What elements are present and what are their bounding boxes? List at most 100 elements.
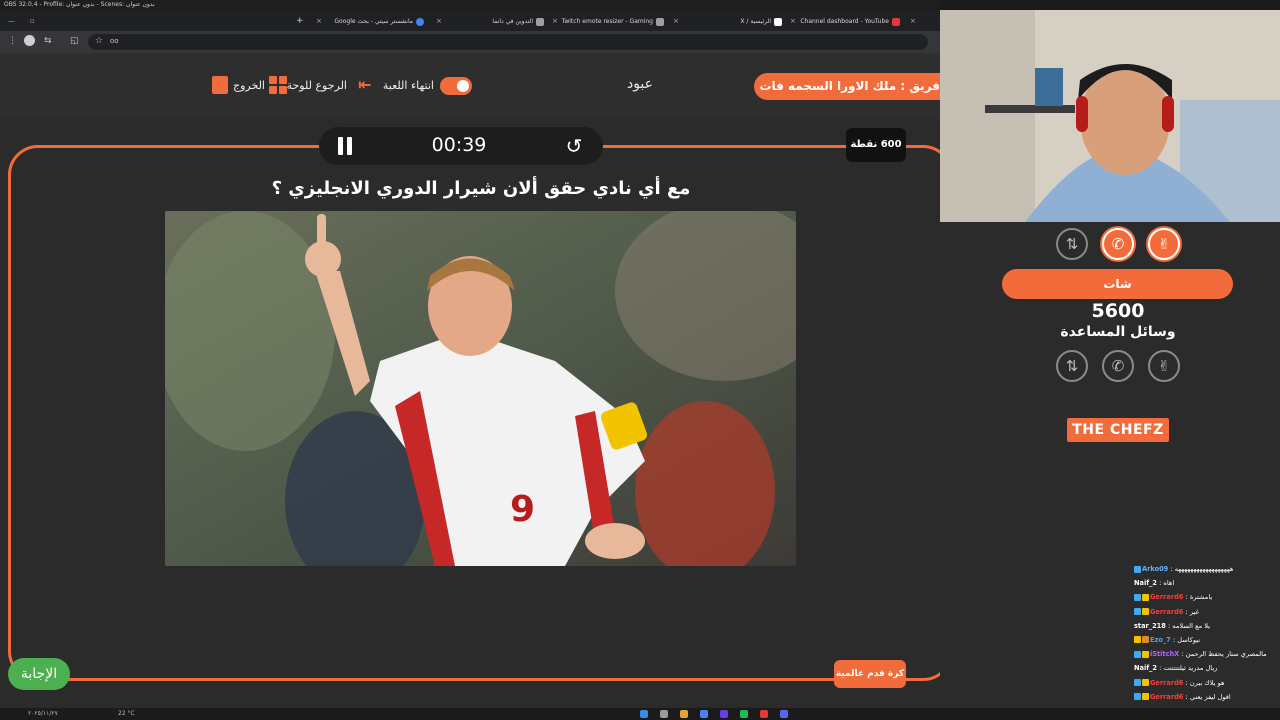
swap-question-icon[interactable]: ⇅ — [1056, 350, 1088, 382]
chat-text: : نيوكاسل — [1172, 635, 1201, 644]
youtube-icon — [892, 17, 900, 26]
timer-display: 00:39 — [431, 134, 487, 156]
stream-chat: Arko09 : ههههههههههههههههههه Naif_2 : اه… — [1134, 562, 1280, 708]
new-tab-button[interactable]: + — [296, 13, 304, 30]
chrome-icon[interactable] — [700, 710, 708, 718]
badge-icon — [1134, 650, 1141, 658]
star-icon[interactable]: ☆ — [95, 36, 103, 46]
close-icon[interactable]: × — [790, 13, 796, 30]
team-name-pill: فريق : ملك الاورا السجمه فات — [754, 73, 954, 100]
badge-icon — [1142, 636, 1149, 644]
tab-search-icon[interactable]: ⇆ — [44, 36, 52, 46]
question-image: 9 — [165, 211, 796, 566]
chat-message: Gerrard6 : يامشترة — [1134, 590, 1280, 604]
tab-label: مانشستر سيتي - بحث Google — [334, 18, 413, 25]
extension-icon[interactable]: ◱ — [70, 36, 79, 46]
timer-bar: 00:39 ↺ — [319, 127, 603, 165]
chat-message: Naif_2 : اهاه — [1134, 576, 1280, 590]
close-icon[interactable]: × — [910, 13, 916, 30]
chat-message: Ezo_7 : نيوكاسل — [1134, 633, 1280, 647]
lifelines-heading: وسائل المساعدة — [1060, 324, 1176, 340]
exit-door-icon[interactable] — [212, 76, 228, 94]
pause-icon[interactable] — [338, 137, 352, 155]
taskbar-date: ٢٠٢٥/١١/٢٧ — [28, 710, 58, 717]
file-explorer-icon[interactable] — [680, 710, 688, 718]
badge-icon — [1142, 693, 1149, 701]
chat-message: Gerrard6 : غير — [1134, 605, 1280, 619]
page-icon — [536, 17, 544, 26]
emote-icon — [656, 17, 664, 26]
chat-username: Naif_2 — [1134, 664, 1157, 673]
chat-text: : غير — [1185, 607, 1199, 616]
badge-icon — [1134, 679, 1141, 686]
tab-label: التدوين في داتما — [492, 18, 533, 25]
chat-username: Naif_2 — [1134, 579, 1157, 588]
chat-text: : اقول ليفز يعني — [1185, 692, 1231, 701]
restore-icon[interactable]: ▫ — [30, 13, 35, 30]
tab-blog[interactable]: التدوين في داتما — [470, 13, 544, 30]
chat-message: Gerrard6 : اقول ليفز يعني — [1134, 690, 1280, 704]
player-name: عبود — [626, 76, 654, 92]
app-icon[interactable] — [760, 710, 768, 718]
chat-text: : مالمصري ستار يحفظ الرحمن — [1181, 650, 1267, 659]
windows-start-icon[interactable] — [640, 710, 648, 718]
answer-button[interactable]: الإجابة — [8, 658, 70, 690]
chat-text: : يامشترة — [1185, 593, 1213, 602]
board-grid-icon[interactable] — [269, 76, 287, 94]
badge-icon — [1134, 593, 1141, 601]
chat-text: : ههههههههههههههههههه — [1170, 565, 1234, 573]
back-arrow-icon[interactable]: ⇤ — [355, 75, 375, 95]
tab-google[interactable]: مانشستر سيتي - بحث Google — [334, 13, 424, 30]
close-icon[interactable]: × — [673, 13, 679, 30]
reset-timer-icon[interactable]: ↺ — [563, 135, 585, 157]
chat-message: star_218 : يلا مع السلامه — [1134, 619, 1280, 633]
badge-icon — [1134, 636, 1141, 644]
tab-youtube[interactable]: Channel dashboard - YouTube — [800, 13, 900, 30]
swap-question-icon[interactable]: ⇅ — [1056, 228, 1088, 260]
end-game-toggle[interactable] — [440, 77, 472, 95]
search-icon[interactable] — [660, 710, 668, 718]
chat-username: star_218 — [1134, 621, 1166, 630]
chat-message: Naif_2 : ريال مدريد ثيلتتتتتت — [1134, 661, 1280, 675]
spotify-icon[interactable] — [740, 710, 748, 718]
chat-username: Gerrard6 — [1150, 593, 1184, 602]
tab-x[interactable]: الرئيسية / X — [700, 13, 782, 30]
minimize-icon[interactable]: — — [8, 13, 15, 30]
chat-message: Gerrard6 : هو يلاك بيرن — [1134, 676, 1280, 690]
windows-taskbar: ٢٠٢٥/١١/٢٧ 22 °C — [0, 708, 1280, 720]
badge-icon — [1142, 679, 1149, 686]
omnibox[interactable]: ☆ oo — [88, 34, 928, 50]
obs-icon[interactable] — [720, 710, 728, 718]
tab-label: Channel dashboard - YouTube — [800, 18, 889, 25]
points-badge: 600 نقطة — [846, 128, 906, 162]
obs-title: OBS 32.0.4 - Profile: بدون عنوان - Scene… — [4, 1, 155, 8]
close-icon[interactable]: × — [436, 13, 442, 30]
two-answers-icon[interactable]: ✌ — [1148, 228, 1180, 260]
badge-icon — [1134, 693, 1141, 701]
webcam-image — [940, 10, 1280, 222]
discord-icon[interactable] — [780, 710, 788, 718]
chat-button[interactable]: شات — [1002, 269, 1233, 299]
two-answers-icon[interactable]: ✌ — [1148, 350, 1180, 382]
x-icon — [774, 17, 782, 26]
chat-text: : ريال مدريد ثيلتتتتتت — [1159, 664, 1218, 673]
obs-title-bar: OBS 32.0.4 - Profile: بدون عنوان - Scene… — [0, 0, 940, 10]
close-icon[interactable]: × — [316, 13, 322, 30]
chat-username: Gerrard6 — [1150, 692, 1184, 701]
sponsor-logo-the: THE — [1072, 422, 1105, 438]
address-bar: ⋮ ⇆ ◱ ☆ oo — [0, 31, 940, 53]
profile-avatar[interactable] — [24, 35, 35, 46]
call-friend-icon[interactable]: ✆ — [1102, 350, 1134, 382]
end-game-button[interactable]: انتهاء اللعبة — [376, 77, 434, 95]
tab-twitch-emote[interactable]: Twitch emote resizer - Gaming — [560, 13, 664, 30]
call-friend-icon[interactable]: ✆ — [1102, 228, 1134, 260]
chat-username: Arko09 — [1142, 565, 1169, 573]
menu-dots-icon[interactable]: ⋮ — [8, 36, 17, 46]
chat-text: : اهاه — [1159, 579, 1175, 588]
chat-text: : هو يلاك بيرن — [1185, 678, 1225, 687]
close-icon[interactable]: × — [552, 13, 558, 30]
chat-username: Gerrard6 — [1150, 678, 1184, 687]
exit-button[interactable]: الخروج — [233, 77, 265, 95]
back-to-board-button[interactable]: الرجوع للوحة — [287, 77, 347, 95]
team-score: 5600 — [1091, 300, 1145, 322]
